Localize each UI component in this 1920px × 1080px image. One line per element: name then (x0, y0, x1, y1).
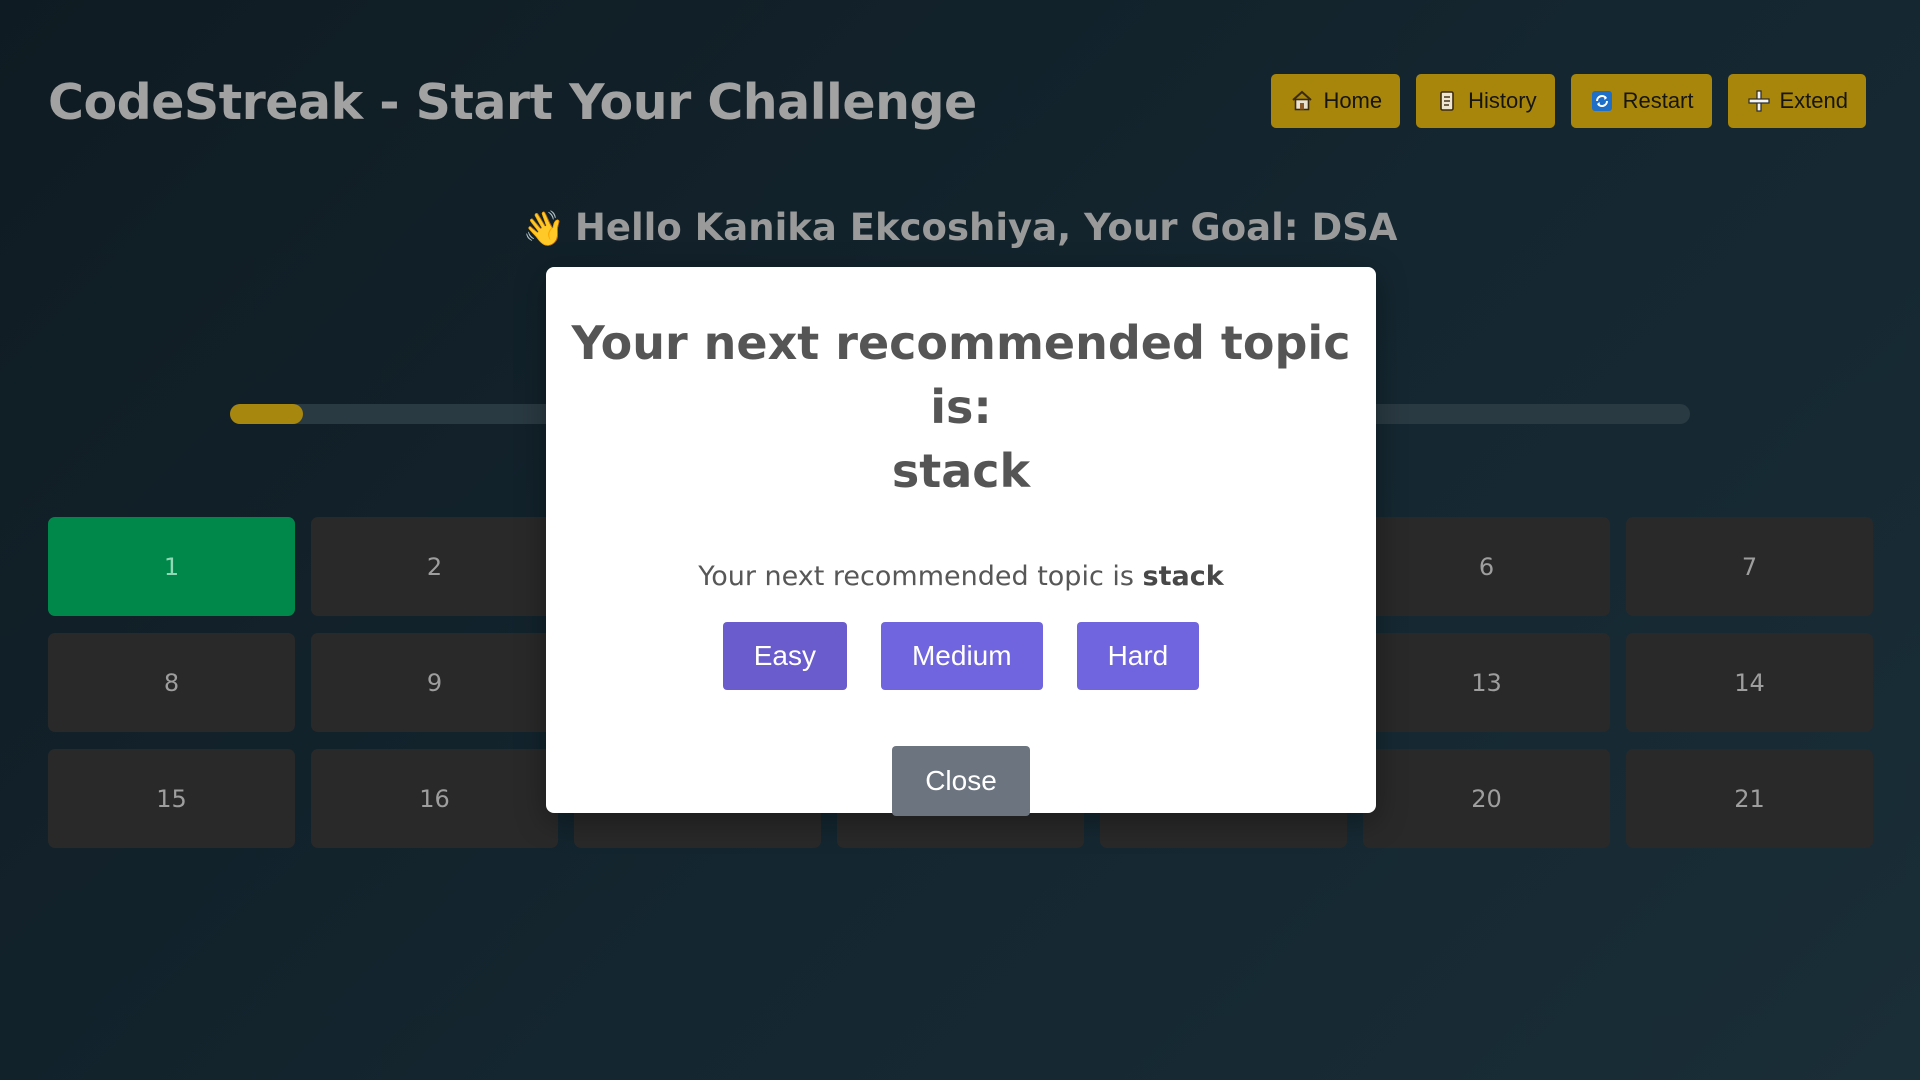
modal-title: Your next recommended topic is: stack (546, 311, 1376, 503)
medium-button[interactable]: Medium (880, 622, 1043, 690)
easy-button[interactable]: Easy (722, 622, 847, 690)
hard-button[interactable]: Hard (1076, 622, 1200, 690)
modal-message: Your next recommended topic is stack (546, 561, 1376, 592)
modal-message-topic: stack (1142, 561, 1224, 592)
difficulty-buttons: Easy Medium Hard (546, 622, 1376, 690)
modal-title-line: Your next recommended topic is: (571, 316, 1351, 434)
modal-message-text: Your next recommended topic is (698, 561, 1143, 592)
modal-title-topic: stack (891, 444, 1031, 498)
recommendation-modal: Your next recommended topic is: stack Yo… (546, 267, 1376, 816)
close-button[interactable]: Close (892, 746, 1030, 816)
